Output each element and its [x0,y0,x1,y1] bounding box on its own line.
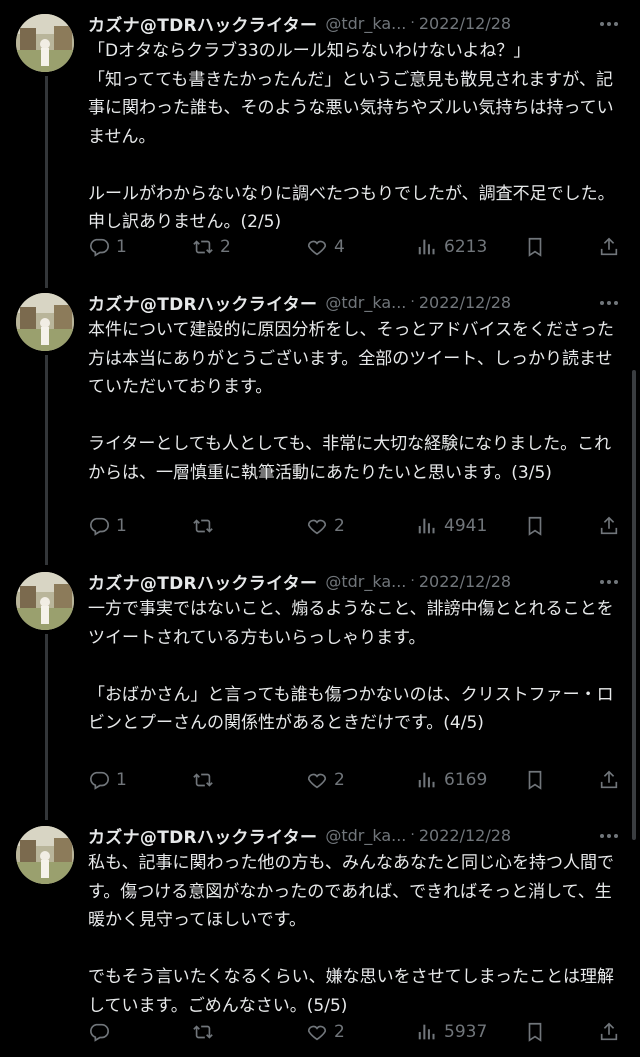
heart-icon [307,519,327,535]
tweet-text: 一方で事実ではないこと、煽るようなこと、誹謗中傷ととれることをツイートされている… [88,599,614,733]
more-icon[interactable] [594,291,624,315]
tweet[interactable]: カズナ@TDRハックライター @tdr_ka... · 2022/12/28 「… [0,0,640,275]
view-count: 4941 [444,516,488,536]
retweet-count: 2 [220,237,231,257]
views-button[interactable]: 6213 [416,236,487,258]
reply-count: 1 [116,237,127,257]
tweet-actions: 2 5937 [88,1017,628,1047]
tweet[interactable]: カズナ@TDRハックライター @tdr_ka... · 2022/12/28 一… [0,558,640,811]
reply-button[interactable]: 1 [88,769,127,791]
more-icon[interactable] [594,12,624,36]
retweet-icon [193,240,213,254]
tweet[interactable]: カズナ@TDRハックライター @tdr_ka... · 2022/12/28 本… [0,279,640,554]
view-count: 6169 [444,770,488,790]
bookmark-button[interactable] [524,236,546,258]
view-count: 6213 [444,237,488,257]
share-button[interactable] [598,515,620,537]
bookmark-icon [528,770,542,790]
avatar[interactable] [16,14,74,72]
share-icon [600,770,618,789]
display-name[interactable]: カズナ@TDRハックライター [88,569,317,594]
separator: · [410,294,415,310]
bookmark-icon [528,1022,542,1042]
separator: · [410,15,415,31]
user-handle[interactable]: @tdr_ka... [325,826,406,845]
tweet[interactable]: カズナ@TDRハックライター @tdr_ka... · 2022/12/28 私… [0,812,640,1057]
retweet-icon [193,773,213,787]
view-count: 5937 [444,1022,488,1042]
tweet-actions: 1 2 6169 [88,765,628,795]
tweet-date[interactable]: 2022/12/28 [419,14,511,33]
reply-button[interactable]: 1 [88,236,127,258]
share-icon [600,237,618,256]
separator: · [410,573,415,589]
heart-icon [307,1025,327,1041]
avatar[interactable] [16,826,74,884]
like-count: 2 [334,1022,345,1042]
reply-icon [90,771,109,790]
views-icon [418,239,435,255]
display-name[interactable]: カズナ@TDRハックライター [88,11,317,36]
more-icon[interactable] [594,824,624,848]
share-icon [600,516,618,535]
reply-count: 1 [116,770,127,790]
reply-count: 1 [116,516,127,536]
tweet-date[interactable]: 2022/12/28 [419,826,511,845]
reply-icon [90,238,109,257]
reply-button[interactable]: 1 [88,515,127,537]
user-handle[interactable]: @tdr_ka... [325,293,406,312]
views-button[interactable]: 5937 [416,1021,487,1043]
retweet-button[interactable] [192,1021,220,1043]
like-button[interactable]: 4 [306,236,345,258]
display-name[interactable]: カズナ@TDRハックライター [88,823,317,848]
like-count: 2 [334,770,345,790]
like-button[interactable]: 2 [306,769,345,791]
tweet-date[interactable]: 2022/12/28 [419,293,511,312]
retweet-icon [193,1025,213,1039]
views-icon [418,518,435,534]
share-button[interactable] [598,236,620,258]
reply-icon [90,517,109,536]
bookmark-button[interactable] [524,1021,546,1043]
tweet-text: 私も、記事に関わった他の方も、みんなあなたと同じ心を持つ人間です。傷つける意図が… [88,853,614,1016]
display-name[interactable]: カズナ@TDRハックライター [88,290,317,315]
reply-button[interactable] [88,1021,116,1043]
bookmark-button[interactable] [524,769,546,791]
views-button[interactable]: 6169 [416,769,487,791]
user-handle[interactable]: @tdr_ka... [325,14,406,33]
reply-icon [90,1023,109,1042]
heart-icon [307,773,327,789]
more-icon[interactable] [594,570,624,594]
retweet-button[interactable] [192,769,220,791]
views-icon [418,772,435,788]
user-handle[interactable]: @tdr_ka... [325,572,406,591]
like-button[interactable]: 2 [306,1021,345,1043]
tweet-actions: 1 2 4 6213 [88,232,628,262]
tweet-date[interactable]: 2022/12/28 [419,572,511,591]
bookmark-button[interactable] [524,515,546,537]
avatar[interactable] [16,293,74,351]
bookmark-icon [528,237,542,257]
views-icon [418,1024,435,1040]
share-button[interactable] [598,769,620,791]
views-button[interactable]: 4941 [416,515,487,537]
tweet-text: 「Dオタならクラブ33のルール知らないわけないよね？」 「知ってても書きたかった… [88,41,615,232]
like-count: 4 [334,237,345,257]
retweet-button[interactable] [192,515,220,537]
like-button[interactable]: 2 [306,515,345,537]
retweet-button[interactable]: 2 [192,236,231,258]
separator: · [410,827,415,843]
tweet-actions: 1 2 4941 [88,511,628,541]
tweet-text: 本件について建設的に原因分析をし、そっとアドバイスをくださった方は本当にありがと… [88,320,614,483]
share-icon [600,1022,618,1041]
heart-icon [307,240,327,256]
retweet-icon [193,519,213,533]
avatar[interactable] [16,572,74,630]
like-count: 2 [334,516,345,536]
share-button[interactable] [598,1021,620,1043]
bookmark-icon [528,516,542,536]
